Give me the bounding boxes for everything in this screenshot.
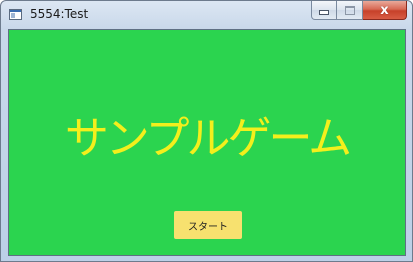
start-button[interactable]: スタート	[174, 211, 242, 239]
caption-buttons: x	[311, 1, 407, 20]
game-screen: サンプルゲーム スタート	[8, 29, 406, 256]
title-bar[interactable]: 5554:Test x	[1, 1, 412, 29]
window-title: 5554:Test	[30, 7, 89, 21]
maximize-icon	[344, 5, 355, 15]
close-icon: x	[380, 2, 389, 18]
app-window: 5554:Test x サンプルゲーム スタート	[0, 0, 413, 262]
close-button[interactable]: x	[363, 1, 407, 20]
minimize-button[interactable]	[311, 1, 337, 20]
game-title: サンプルゲーム	[64, 113, 352, 164]
minimize-icon	[319, 10, 329, 15]
maximize-button[interactable]	[337, 1, 363, 20]
app-window-icon[interactable]	[9, 9, 22, 20]
